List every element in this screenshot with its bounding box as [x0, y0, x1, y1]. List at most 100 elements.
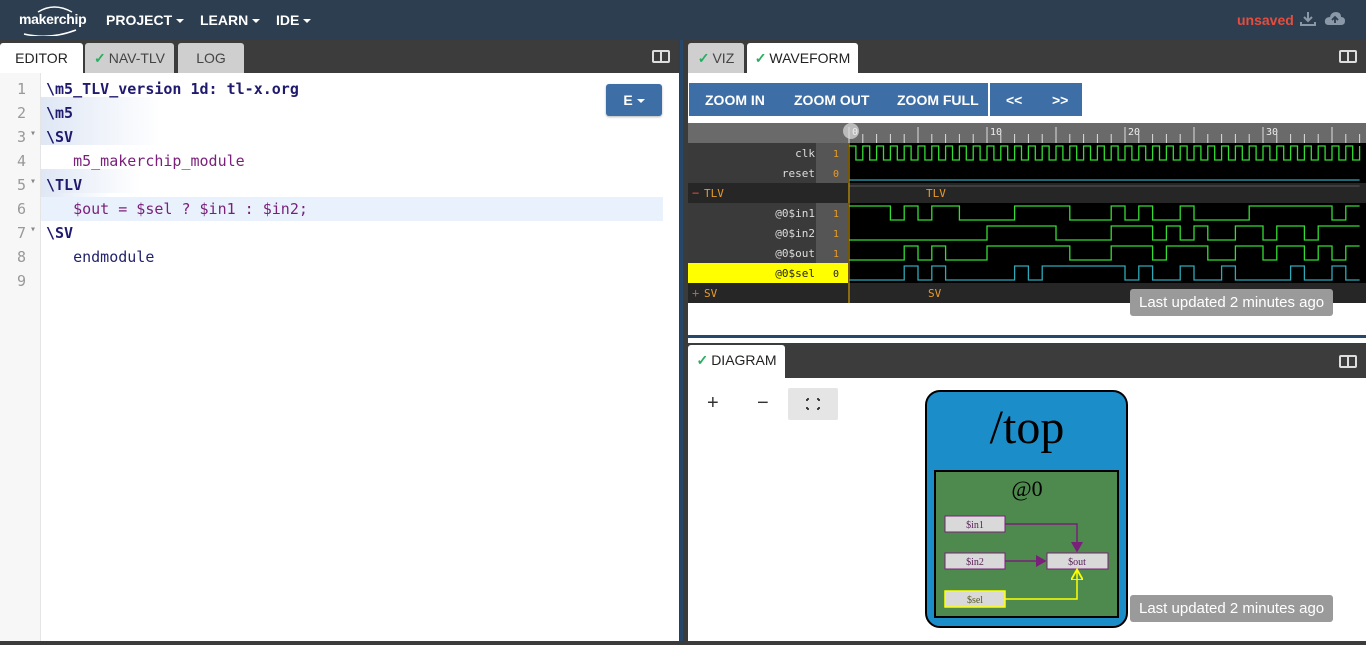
menu-learn-label: LEARN: [200, 12, 249, 28]
menu-project[interactable]: PROJECT: [106, 12, 185, 28]
menu-ide-label: IDE: [276, 12, 300, 28]
tab-viz[interactable]: ✓ VIZ: [688, 43, 744, 73]
code-line-8[interactable]: 8 endmodule: [0, 245, 679, 269]
logo-text: makerchip: [19, 11, 87, 27]
split-layout-icon[interactable]: [1339, 50, 1357, 63]
ruler-label: 0: [852, 127, 858, 138]
diagram-last-updated: Last updated 2 minutes ago: [1130, 595, 1334, 622]
code-text: \m5_TLV_version 1d: tl-x.org: [46, 80, 299, 98]
signal-name[interactable]: @0$in1: [775, 207, 815, 220]
signal-value: 1: [833, 229, 839, 240]
chevron-down-icon: [252, 19, 261, 24]
node-in2-label: $in2: [966, 557, 984, 568]
code-line-5[interactable]: 5 ▾ \TLV: [0, 173, 679, 197]
waveform-area: [848, 143, 1366, 303]
editor-mode-button[interactable]: E: [606, 84, 662, 116]
makerchip-logo[interactable]: makerchip: [14, 4, 87, 36]
split-layout-icon[interactable]: [652, 50, 670, 63]
logic-diagram[interactable]: /top @0 $in1 $in2 $sel $out: [925, 390, 1130, 630]
waveform-viewer[interactable]: 0 10 20 30 clkreset− TLV@0$in1@0$in2@0$out@0…: [688, 123, 1366, 303]
zoom-button-group: ZOOM IN ZOOM OUT ZOOM FULL: [689, 83, 988, 116]
tab-waveform-label: WAVEFORM: [769, 50, 851, 66]
waveform-tabbar: ✓ VIZ ✓ WAVEFORM: [688, 40, 1366, 73]
split-layout-icon[interactable]: [1339, 355, 1357, 368]
selected-signal-row: [688, 263, 848, 283]
fold-arrow-icon[interactable]: ▾: [30, 128, 36, 139]
code-text: \TLV: [46, 176, 83, 194]
editor-tabbar: EDITOR ✓ NAV-TLV LOG: [0, 40, 679, 73]
line-number: 2: [16, 104, 26, 122]
chevron-down-icon: [636, 99, 645, 104]
scroll-left-button[interactable]: <<: [1006, 92, 1022, 108]
ruler-label: 30: [1266, 127, 1278, 138]
chevron-down-icon: [176, 19, 185, 24]
code-line-2[interactable]: 2 \m5: [0, 101, 679, 125]
tab-diagram-label: DIAGRAM: [711, 352, 777, 368]
tab-log-label: LOG: [196, 50, 226, 66]
signal-value: 1: [833, 209, 839, 220]
zoom-in-button[interactable]: ZOOM IN: [705, 92, 765, 108]
tab-nav-tlv[interactable]: ✓ NAV-TLV: [85, 43, 174, 73]
code-line-9[interactable]: 9: [0, 269, 679, 293]
group-name[interactable]: SV: [704, 287, 718, 300]
line-number: 8: [16, 248, 26, 266]
group-name[interactable]: TLV: [704, 187, 724, 200]
tab-log[interactable]: LOG: [178, 43, 244, 73]
signal-name[interactable]: @0$sel: [775, 267, 815, 280]
signal-name[interactable]: @0$out: [775, 247, 815, 260]
diagram-tabbar: ✓ DIAGRAM: [688, 343, 1366, 378]
fit-to-screen-button[interactable]: [788, 388, 838, 420]
code-line-3[interactable]: 3 ▾ \SV: [0, 125, 679, 149]
code-text: m5_makerchip_module: [46, 152, 245, 170]
editor-mode-label: E: [623, 92, 633, 108]
tab-viz-label: VIZ: [712, 50, 735, 66]
fold-arrow-icon[interactable]: ▾: [30, 176, 36, 187]
zoom-out-button[interactable]: −: [757, 392, 769, 415]
menu-ide[interactable]: IDE: [276, 12, 312, 28]
ruler-bar: [688, 123, 1366, 143]
code-line-4[interactable]: 4 m5_makerchip_module: [0, 149, 679, 173]
signal-value: 0: [833, 169, 839, 180]
signal-value: 1: [833, 249, 839, 260]
check-icon: ✓: [697, 50, 710, 66]
makerchip-app: makerchip PROJECT LEARN IDE unsaved EDIT…: [0, 0, 1366, 645]
code-text: endmodule: [46, 248, 155, 266]
chevron-down-icon: [303, 19, 312, 24]
code-text: \m5: [46, 104, 74, 122]
tab-waveform[interactable]: ✓ WAVEFORM: [747, 43, 858, 73]
check-icon: ✓: [754, 50, 767, 66]
menu-project-label: PROJECT: [106, 12, 173, 28]
code-line-7[interactable]: 7 ▾ \SV: [0, 221, 679, 245]
code-line-1[interactable]: 1 \m5_TLV_version 1d: tl-x.org: [0, 77, 679, 101]
fold-arrow-icon[interactable]: ▾: [30, 224, 36, 235]
line-number: 6: [16, 200, 26, 218]
tab-diagram[interactable]: ✓ DIAGRAM: [688, 345, 785, 378]
line-number: 1: [16, 80, 26, 98]
group-toggle-icon[interactable]: −: [692, 186, 699, 200]
zoom-full-button[interactable]: ZOOM FULL: [897, 92, 979, 108]
code-line-6[interactable]: 6 $out = $sel ? $in1 : $in2;: [0, 197, 679, 221]
group-toggle-icon[interactable]: +: [692, 286, 699, 300]
ruler-label: 10: [990, 127, 1002, 138]
tab-editor[interactable]: EDITOR: [0, 43, 83, 73]
horizontal-splitter[interactable]: [688, 334, 1366, 343]
check-icon: ✓: [93, 50, 106, 66]
menu-learn[interactable]: LEARN: [200, 12, 261, 28]
node-in1-label: $in1: [966, 520, 984, 531]
signal-name[interactable]: @0$in2: [775, 227, 815, 240]
bottom-strip: [0, 641, 1366, 645]
vertical-splitter[interactable]: [679, 40, 688, 645]
zoom-out-button[interactable]: ZOOM OUT: [794, 92, 869, 108]
stage-label: @0: [1011, 476, 1042, 501]
node-out-label: $out: [1068, 557, 1086, 568]
zoom-in-button[interactable]: +: [707, 392, 719, 415]
cloud-upload-icon[interactable]: [1324, 10, 1346, 28]
signal-name[interactable]: clk: [795, 147, 815, 160]
scroll-right-button[interactable]: >>: [1052, 92, 1068, 108]
scroll-button-group: << >>: [990, 83, 1082, 116]
signal-name[interactable]: reset: [782, 167, 815, 180]
download-icon[interactable]: [1299, 10, 1317, 28]
line-number: 9: [16, 272, 26, 290]
tab-editor-label: EDITOR: [15, 50, 68, 66]
signal-value: 0: [833, 269, 839, 280]
